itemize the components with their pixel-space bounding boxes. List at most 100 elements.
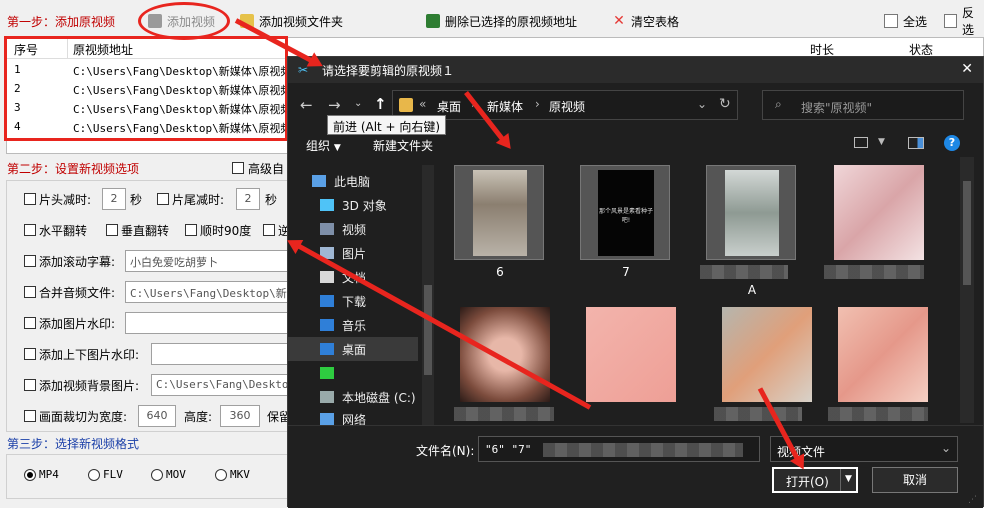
chevron-down-icon[interactable]: ⌄ [354, 98, 362, 109]
head-cut-label: 片头减时: [39, 193, 92, 207]
delete-selected-button[interactable]: 删除已选择的原视频地址 [426, 11, 577, 31]
nav-scroll-thumb[interactable] [424, 285, 432, 375]
cancel-button[interactable]: 取消 [872, 467, 958, 493]
advanced-checkbox[interactable] [232, 162, 244, 174]
nav-item-music[interactable]: 音乐 [288, 313, 418, 337]
help-icon[interactable]: ? [944, 135, 960, 151]
file-item[interactable] [454, 165, 544, 260]
file-item[interactable] [706, 165, 796, 260]
file-item[interactable] [834, 165, 924, 260]
file-name: 6 [496, 265, 504, 279]
download-icon [320, 295, 334, 307]
nav-item-3d-objects[interactable]: 3D 对象 [288, 193, 418, 217]
scroll-subtitle-checkbox[interactable] [24, 255, 36, 267]
search-box[interactable]: ⌕ 搜索"原视频" [762, 90, 964, 120]
file-item[interactable] [460, 307, 550, 402]
breadcrumb-item[interactable]: 新媒体 [487, 98, 523, 115]
resize-grip-icon[interactable]: ⋰ [968, 495, 977, 505]
file-open-dialog: ✂ 请选择要剪辑的原视频１ ✕ ← → ⌄ ↑ « 桌面 › 新媒体 › 原视频… [287, 56, 984, 508]
vflip-checkbox[interactable] [106, 224, 118, 236]
hflip-checkbox[interactable] [24, 224, 36, 236]
scroll-subtitle-label: 添加滚动字幕: [39, 255, 116, 269]
grid-scroll-thumb[interactable] [963, 181, 971, 285]
crop-height-input[interactable]: 360 [220, 405, 260, 427]
tb-watermark-input[interactable] [151, 343, 288, 365]
video-thumbnail: 那个风景是素看种子吧! [598, 170, 654, 256]
nav-scrollbar[interactable] [422, 165, 434, 425]
filename-value: "6" "7" [485, 443, 532, 456]
breadcrumb-item[interactable]: 桌面 [437, 98, 461, 115]
invert-icon [944, 14, 957, 28]
grid-scrollbar[interactable] [960, 157, 974, 423]
open-dropdown-icon[interactable]: ▼ [845, 474, 852, 484]
file-item[interactable] [586, 307, 676, 402]
forward-arrow-icon[interactable]: → [328, 96, 341, 114]
select-all-button[interactable]: 全选 [884, 11, 927, 31]
format-mov-label: MOV [166, 468, 186, 481]
up-arrow-icon[interactable]: ↑ [374, 95, 387, 113]
open-button[interactable]: 打开(O) ▼ [772, 467, 858, 493]
image-watermark-checkbox[interactable] [24, 317, 36, 329]
file-name: A [747, 283, 757, 297]
nav-item-network[interactable]: 网络 [288, 413, 418, 425]
vflip-label: 垂直翻转 [121, 224, 170, 238]
blurred-filename [714, 407, 802, 421]
merge-audio-input[interactable]: C:\Users\Fang\Desktop\新媒体 [125, 281, 288, 303]
back-arrow-icon[interactable]: ← [300, 96, 313, 114]
nav-label: 图片 [342, 246, 367, 261]
invert-selection-button[interactable]: 反选 [944, 6, 984, 37]
blurred-filename [700, 265, 788, 279]
nav-label: 3D 对象 [342, 198, 387, 213]
filename-input[interactable]: "6" "7" [478, 436, 760, 462]
crop-checkbox[interactable] [24, 410, 36, 422]
bg-image-input[interactable]: C:\Users\Fang\Desktop\ [151, 374, 288, 396]
crop-width-input[interactable]: 640 [138, 405, 176, 427]
nav-item-desktop[interactable]: 桌面 [288, 337, 418, 361]
format-mp4-radio[interactable] [24, 469, 36, 481]
address-dropdown-icon[interactable]: ⌄ [697, 97, 707, 111]
nav-item-videos[interactable]: 视频 [288, 217, 418, 241]
add-folder-label: 添加视频文件夹 [259, 14, 344, 29]
format-mkv-radio[interactable] [215, 469, 227, 481]
format-mov-radio[interactable] [151, 469, 163, 481]
preview-pane-icon[interactable] [908, 137, 924, 149]
rotate90-checkbox[interactable] [185, 224, 197, 236]
nav-item-app[interactable] [288, 361, 418, 385]
file-item[interactable] [722, 307, 812, 402]
filename-label: 文件名(N): [416, 444, 475, 458]
merge-audio-checkbox[interactable] [24, 286, 36, 298]
format-flv-radio[interactable] [88, 469, 100, 481]
rotate-ccw-checkbox[interactable] [263, 224, 275, 236]
step3-title: 第三步：选择新视频格式 [7, 437, 140, 451]
file-item[interactable]: 那个风景是素看种子吧! [580, 165, 670, 260]
nav-item-local-disk[interactable]: 本地磁盘 (C:) [288, 385, 418, 409]
tail-cut-checkbox[interactable] [157, 193, 169, 205]
red-x-icon: ✕ [613, 13, 625, 29]
close-icon[interactable]: ✕ [961, 61, 973, 77]
overflow-chevron-icon: « [419, 97, 427, 111]
head-cut-checkbox[interactable] [24, 193, 36, 205]
view-dropdown-icon[interactable]: ▼ [878, 137, 885, 147]
head-cut-input[interactable]: 2 [102, 188, 126, 210]
bg-image-checkbox[interactable] [24, 379, 36, 391]
dialog-titlebar[interactable]: ✂ 请选择要剪辑的原视频１ ✕ [288, 57, 983, 83]
refresh-icon[interactable]: ↻ [719, 96, 731, 112]
nav-label: 音乐 [342, 318, 367, 333]
view-options-icon[interactable] [854, 137, 868, 148]
invert-label: 反选 [962, 6, 975, 37]
tail-cut-input[interactable]: 2 [236, 188, 260, 210]
nav-item-this-pc[interactable]: 此电脑 [288, 169, 418, 193]
format-mkv-label: MKV [230, 468, 250, 481]
image-watermark-input[interactable] [125, 312, 288, 334]
select-all-label: 全选 [903, 14, 928, 29]
delete-selected-label: 删除已选择的原视频地址 [445, 14, 578, 29]
file-item[interactable] [838, 307, 928, 402]
new-folder-button[interactable]: 新建文件夹 [373, 137, 433, 154]
breadcrumb-item[interactable]: 原视频 [549, 98, 585, 115]
video-thumbnail [725, 170, 779, 256]
clear-table-button[interactable]: ✕ 清空表格 [612, 11, 679, 31]
organize-button[interactable]: 组织 ▼ [306, 137, 341, 154]
scroll-subtitle-input[interactable]: 小白免爱吃胡萝卜 [125, 250, 288, 272]
organize-label: 组织 [306, 139, 331, 153]
tb-watermark-checkbox[interactable] [24, 348, 36, 360]
